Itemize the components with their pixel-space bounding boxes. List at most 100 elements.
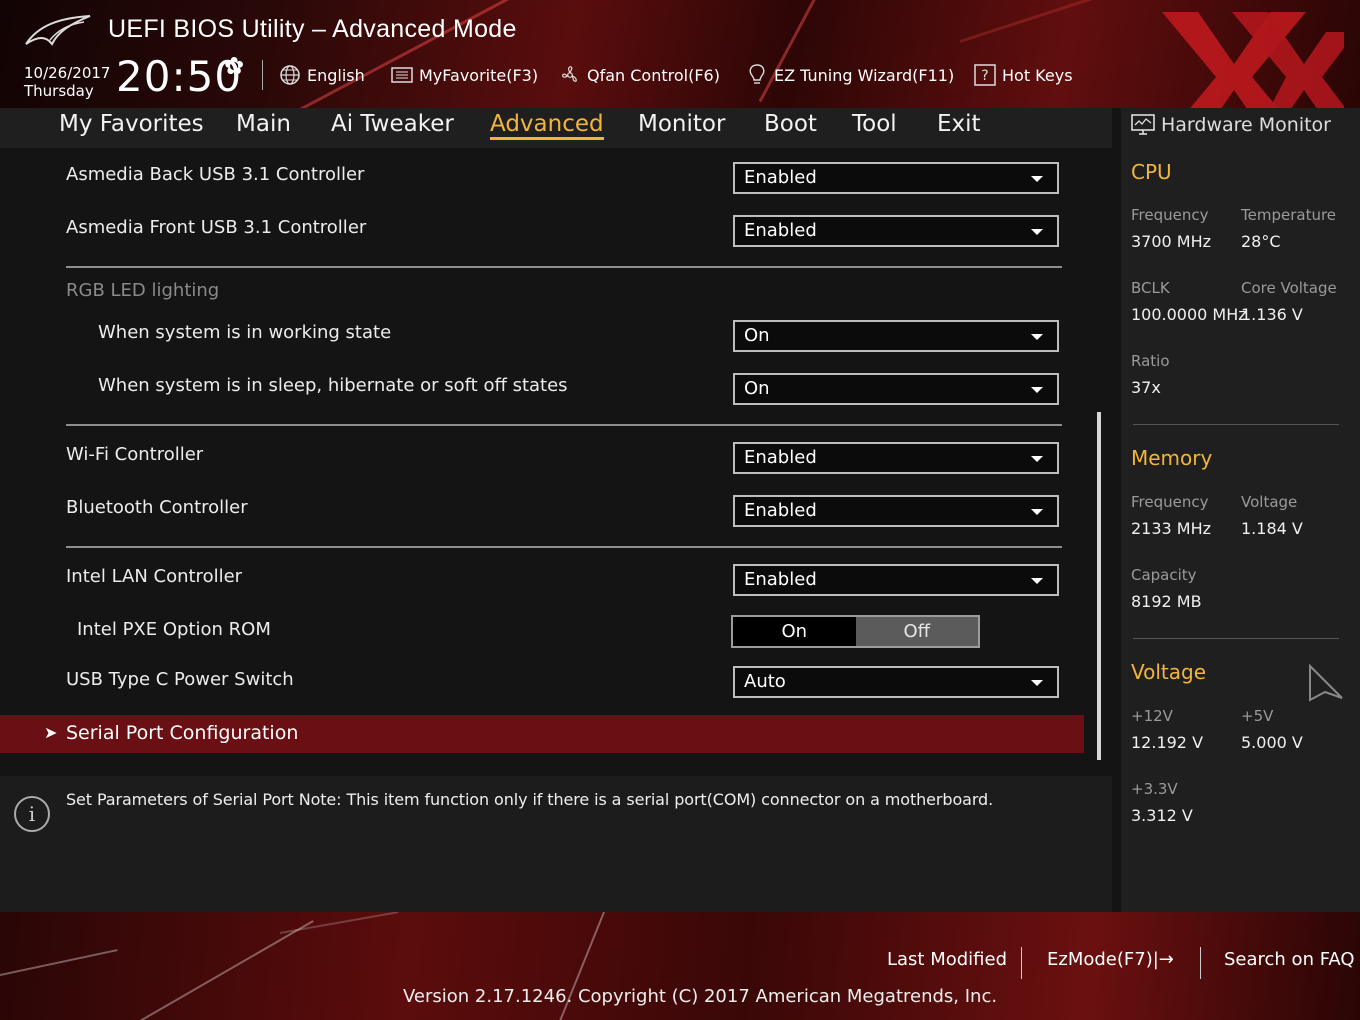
memory-frequency-value: 2133 MHz xyxy=(1131,519,1212,538)
caret-down-icon xyxy=(1031,334,1043,340)
rgb-sleep-state-dropdown[interactable]: On xyxy=(733,373,1059,405)
bluetooth-controller-dropdown[interactable]: Enabled xyxy=(733,495,1059,527)
intel-pxe-option-rom-toggle[interactable]: On Off xyxy=(731,615,980,648)
qfan-control-button[interactable]: Qfan Control(F6) xyxy=(559,62,720,88)
cursor-arrow-icon xyxy=(1309,663,1343,702)
tab-tool[interactable]: Tool xyxy=(852,111,897,137)
hot-keys-label: Hot Keys xyxy=(1002,65,1073,85)
dropdown-value: On xyxy=(744,325,770,346)
memory-frequency-label: Frequency xyxy=(1131,493,1209,511)
hardware-monitor-panel: Hardware Monitor CPU Frequency Temperatu… xyxy=(1121,108,1360,912)
info-icon: i xyxy=(14,796,50,832)
tab-monitor[interactable]: Monitor xyxy=(638,111,725,137)
date-text: 10/26/2017 xyxy=(24,64,111,82)
tab-boot[interactable]: Boot xyxy=(764,111,817,137)
ezmode-button[interactable]: EzMode(F7)|→ xyxy=(1047,949,1174,970)
search-on-faq-button[interactable]: Search on FAQ xyxy=(1224,949,1355,970)
tab-main[interactable]: Main xyxy=(236,111,291,137)
cpu-temperature-label: Temperature xyxy=(1241,206,1337,224)
ez-tuning-wizard-button[interactable]: EZ Tuning Wizard(F11) xyxy=(746,62,954,88)
memory-voltage-value: 1.184 V xyxy=(1241,519,1303,538)
asmedia-back-usb-dropdown[interactable]: Enabled xyxy=(733,162,1059,194)
v33-value: 3.312 V xyxy=(1131,806,1193,825)
toggle-off-option[interactable]: Off xyxy=(855,617,978,646)
dropdown-value: Enabled xyxy=(744,167,817,188)
caret-down-icon xyxy=(1031,680,1043,686)
myfavorite-button[interactable]: MyFavorite(F3) xyxy=(391,62,538,88)
wifi-controller-dropdown[interactable]: Enabled xyxy=(733,442,1059,474)
weekday-text: Thursday xyxy=(24,82,94,100)
help-info-panel: i Set Parameters of Serial Port Note: Th… xyxy=(0,776,1112,912)
lightbulb-icon xyxy=(746,64,768,86)
cpu-frequency-value: 3700 MHz xyxy=(1131,232,1212,251)
memory-capacity-value: 8192 MB xyxy=(1131,592,1202,611)
svg-text:?: ? xyxy=(981,68,988,84)
app-title: UEFI BIOS Utility – Advanced Mode xyxy=(108,15,517,43)
tab-my-favorites[interactable]: My Favorites xyxy=(59,111,204,137)
decor-slash xyxy=(959,0,1151,43)
v12-value: 12.192 V xyxy=(1131,733,1204,752)
memory-heading: Memory xyxy=(1131,446,1213,470)
tab-exit[interactable]: Exit xyxy=(937,111,981,137)
bluetooth-controller-label: Bluetooth Controller xyxy=(66,497,248,518)
dropdown-value: Enabled xyxy=(744,220,817,241)
language-button[interactable]: English xyxy=(279,62,365,88)
rgb-sleep-state-label: When system is in sleep, hibernate or so… xyxy=(98,375,568,396)
last-modified-button[interactable]: Last Modified xyxy=(887,949,1007,970)
intel-pxe-option-rom-label: Intel PXE Option ROM xyxy=(77,619,271,640)
memory-voltage-label: Voltage xyxy=(1241,493,1298,511)
asmedia-front-usb-dropdown[interactable]: Enabled xyxy=(733,215,1059,247)
intel-lan-controller-label: Intel LAN Controller xyxy=(66,566,243,587)
rgb-working-state-label: When system is in working state xyxy=(98,322,392,343)
cpu-frequency-label: Frequency xyxy=(1131,206,1209,224)
header-bar: UEFI BIOS Utility – Advanced Mode 10/26/… xyxy=(0,0,1360,108)
version-text: Version 2.17.1246. Copyright (C) 2017 Am… xyxy=(403,986,998,1007)
asmedia-back-usb-label: Asmedia Back USB 3.1 Controller xyxy=(66,164,365,185)
decor-slash xyxy=(139,920,314,1020)
usb-type-c-power-switch-dropdown[interactable]: Auto xyxy=(733,666,1059,698)
toggle-on-option[interactable]: On xyxy=(733,617,856,646)
footer-bar: Last Modified EzMode(F7)|→ Search on FAQ… xyxy=(0,912,1360,1020)
asmedia-front-usb-label: Asmedia Front USB 3.1 Controller xyxy=(66,217,367,238)
dropdown-value: On xyxy=(744,378,770,399)
intel-lan-controller-dropdown[interactable]: Enabled xyxy=(733,564,1059,596)
serial-port-configuration-item[interactable]: ➤ Serial Port Configuration xyxy=(0,715,1084,753)
fan-icon xyxy=(559,64,581,86)
section-divider xyxy=(1133,638,1339,639)
section-divider xyxy=(66,546,1062,548)
dropdown-value: Enabled xyxy=(744,569,817,590)
language-label: English xyxy=(307,65,365,85)
hot-keys-button[interactable]: ? Hot Keys xyxy=(974,62,1073,88)
gear-icon[interactable]: ✿ xyxy=(224,54,244,78)
dropdown-value: Auto xyxy=(744,671,786,692)
decor-slash xyxy=(279,912,399,934)
cpu-temperature-value: 28°C xyxy=(1241,232,1281,251)
bclk-value: 100.0000 MHz xyxy=(1131,305,1247,324)
divider xyxy=(1200,947,1201,979)
ratio-value: 37x xyxy=(1131,378,1161,397)
caret-down-icon xyxy=(1031,176,1043,182)
caret-down-icon xyxy=(1031,456,1043,462)
divider xyxy=(1021,947,1022,979)
usb-type-c-power-switch-label: USB Type C Power Switch xyxy=(66,669,294,690)
tab-advanced[interactable]: Advanced xyxy=(490,111,604,140)
caret-down-icon xyxy=(1031,509,1043,515)
voltage-heading: Voltage xyxy=(1131,660,1207,684)
section-divider xyxy=(1133,424,1339,425)
v5-value: 5.000 V xyxy=(1241,733,1303,752)
tab-ai-tweaker[interactable]: Ai Tweaker xyxy=(331,111,454,137)
qfan-control-label: Qfan Control(F6) xyxy=(587,65,720,85)
caret-down-icon xyxy=(1031,387,1043,393)
main-tab-bar: My Favorites Main Ai Tweaker Advanced Mo… xyxy=(0,108,1112,148)
favorite-list-icon xyxy=(391,64,413,86)
dropdown-value: Enabled xyxy=(744,447,817,468)
monitor-icon xyxy=(1131,114,1155,135)
myfavorite-label: MyFavorite(F3) xyxy=(419,65,539,85)
serial-port-configuration-label: Serial Port Configuration xyxy=(66,722,299,744)
rgb-working-state-dropdown[interactable]: On xyxy=(733,320,1059,352)
memory-capacity-label: Capacity xyxy=(1131,566,1197,584)
dropdown-value: Enabled xyxy=(744,500,817,521)
scrollbar[interactable] xyxy=(1097,412,1101,760)
decor-slash xyxy=(0,949,118,976)
rog-logo-icon xyxy=(25,15,91,46)
